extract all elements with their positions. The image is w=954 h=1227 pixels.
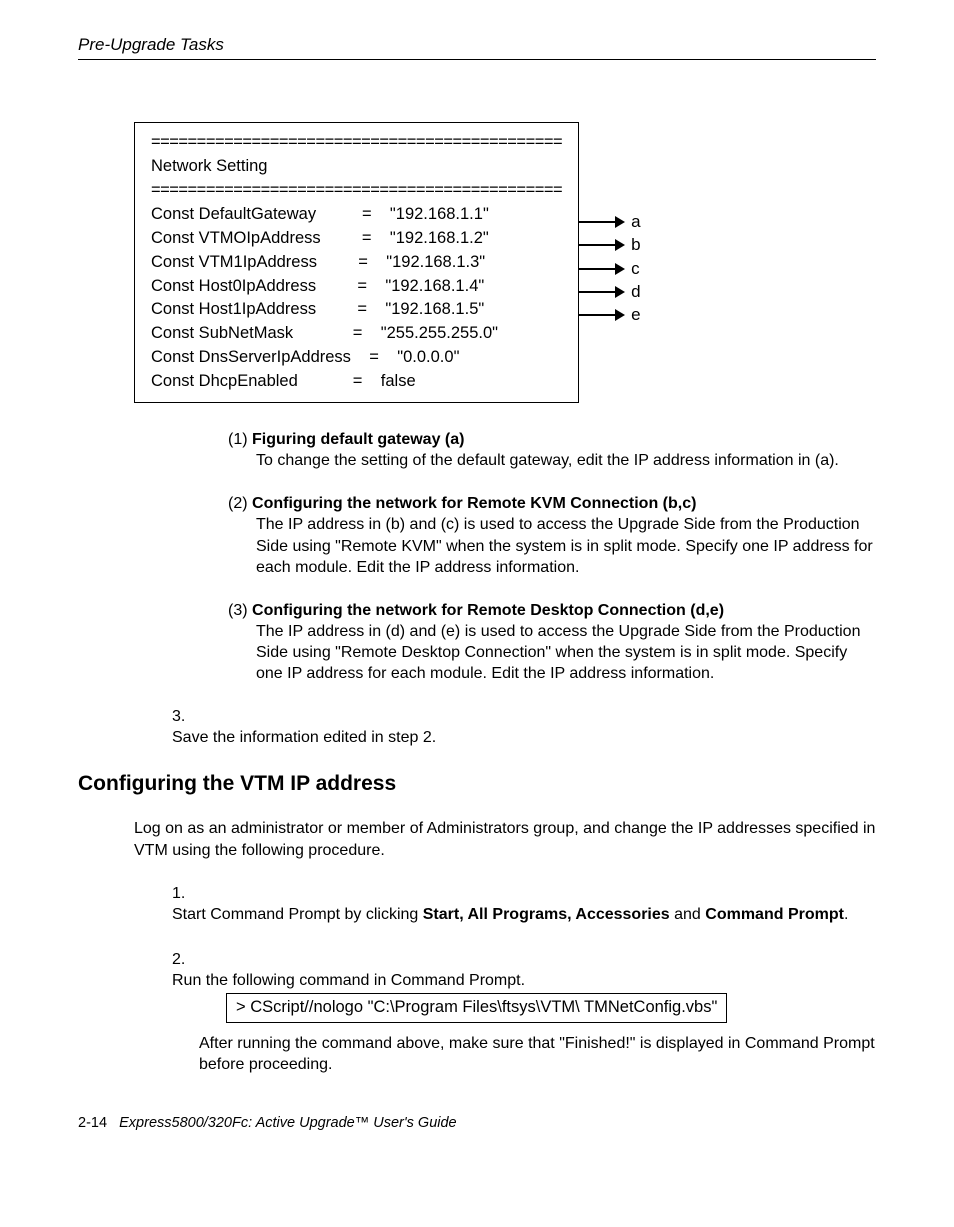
- cfg-row-val: "0.0.0.0": [397, 348, 459, 366]
- sub-item-1: (1) Figuring default gateway (a) To chan…: [228, 429, 876, 471]
- sub-item-num: (3): [228, 600, 248, 621]
- sub-item-title: Figuring default gateway (a): [252, 431, 464, 448]
- page-header: Pre-Upgrade Tasks: [78, 35, 876, 60]
- arrow-label: a: [631, 212, 640, 232]
- sub-item-body: The IP address in (b) and (c) is used to…: [256, 514, 876, 577]
- arrow-shaft-icon: [579, 221, 615, 223]
- cfg-row-key: Const DnsServerIpAddress: [151, 348, 351, 366]
- arrow-head-icon: [615, 286, 625, 298]
- cfg-row-eq: =: [358, 253, 368, 271]
- cfg-row-eq: =: [362, 229, 372, 247]
- arrow-e: e: [579, 304, 640, 327]
- sub-item-body: To change the setting of the default gat…: [256, 450, 876, 471]
- sub-item-body: The IP address in (d) and (e) is used to…: [256, 621, 876, 684]
- footer-title: Express5800/320Fc: Active Upgrade™ User'…: [119, 1115, 457, 1131]
- step1-bold-1: Start, All Programs, Accessories: [423, 906, 670, 923]
- section-heading: Configuring the VTM IP address: [78, 772, 876, 796]
- cfg-row-val: false: [381, 372, 416, 390]
- cfg-row-key: Const Host1IpAddress: [151, 300, 316, 318]
- cfg-row-key: Const DefaultGateway: [151, 205, 316, 223]
- arrow-shaft-icon: [579, 291, 615, 293]
- network-setting-box: ========================================…: [134, 122, 579, 403]
- step-number: 3.: [172, 706, 199, 727]
- cfg-row-val: "192.168.1.3": [386, 253, 485, 271]
- command-box: > CScript//nologo "C:\Program Files\ftsy…: [226, 993, 727, 1023]
- cfg-row-val: "192.168.1.2": [390, 229, 489, 247]
- step1-suffix: .: [844, 906, 848, 923]
- cfg-row-eq: =: [353, 324, 363, 342]
- header-text: Pre-Upgrade Tasks: [78, 35, 224, 54]
- cfg-row-eq: =: [357, 300, 367, 318]
- procedure-step-2: 2.Run the following command in Command P…: [172, 949, 876, 1075]
- cfg-row-val: "192.168.1.1": [390, 205, 489, 223]
- cfg-row-val: "255.255.255.0": [381, 324, 498, 342]
- cfg-row-key: Const VTMOIpAddress: [151, 229, 321, 247]
- arrow-label: c: [631, 259, 640, 279]
- cfg-row-key: Const VTM1IpAddress: [151, 253, 317, 271]
- cfg-row-val: "192.168.1.4": [385, 277, 484, 295]
- arrow-b: b: [579, 234, 640, 257]
- arrow-head-icon: [615, 239, 625, 251]
- arrow-shaft-icon: [579, 268, 615, 270]
- cfg-row-eq: =: [357, 277, 367, 295]
- step1-bold-2: Command Prompt: [705, 906, 844, 923]
- box-divider-top: ========================================…: [151, 133, 562, 151]
- step-text: Run the following command in Command Pro…: [172, 970, 852, 991]
- step2-after-text: After running the command above, make su…: [199, 1033, 876, 1075]
- arrow-column: a b c d e: [579, 122, 640, 403]
- arrow-head-icon: [615, 216, 625, 228]
- arrow-head-icon: [615, 309, 625, 321]
- cfg-row-key: Const DhcpEnabled: [151, 372, 298, 390]
- arrow-head-icon: [615, 263, 625, 275]
- page-root: Pre-Upgrade Tasks ======================…: [0, 0, 954, 1159]
- cfg-row-eq: =: [362, 205, 372, 223]
- cfg-row-key: Const Host0IpAddress: [151, 277, 316, 295]
- network-setting-row: ========================================…: [134, 122, 876, 403]
- step-number: 1.: [172, 883, 199, 904]
- step1-prefix: Start Command Prompt by clicking: [172, 906, 423, 923]
- cfg-row-val: "192.168.1.5": [385, 300, 484, 318]
- arrow-label: b: [631, 235, 640, 255]
- arrow-shaft-icon: [579, 244, 615, 246]
- intro-paragraph: Log on as an administrator or member of …: [134, 818, 876, 860]
- step2-inner: > CScript//nologo "C:\Program Files\ftsy…: [199, 991, 876, 1075]
- sub-item-title: Configuring the network for Remote KVM C…: [252, 495, 696, 512]
- cfg-row-eq: =: [369, 348, 379, 366]
- sub-item-2: (2) Configuring the network for Remote K…: [228, 493, 876, 577]
- arrow-c: c: [579, 257, 640, 280]
- cfg-row-key: Const SubNetMask: [151, 324, 293, 342]
- sub-item-3: (3) Configuring the network for Remote D…: [228, 600, 876, 684]
- procedure-step-1: 1.Start Command Prompt by clicking Start…: [172, 883, 876, 925]
- page-footer: 2-14 Express5800/320Fc: Active Upgrade™ …: [78, 1115, 876, 1131]
- footer-page-number: 2-14: [78, 1115, 107, 1131]
- arrow-a: a: [579, 210, 640, 233]
- arrow-label: d: [631, 282, 640, 302]
- step-text: Start Command Prompt by clicking Start, …: [172, 904, 852, 925]
- arrow-label: e: [631, 305, 640, 325]
- box-section-title: Network Setting: [151, 157, 267, 175]
- procedure-step-3: 3.Save the information edited in step 2.: [172, 706, 876, 748]
- step1-mid: and: [670, 906, 706, 923]
- step-text: Save the information edited in step 2.: [172, 727, 852, 748]
- sub-item-num: (1): [228, 429, 248, 450]
- sub-item-title: Configuring the network for Remote Deskt…: [252, 602, 724, 619]
- step-number: 2.: [172, 949, 199, 970]
- arrow-d: d: [579, 280, 640, 303]
- box-divider-mid: ========================================…: [151, 181, 562, 199]
- arrow-shaft-icon: [579, 314, 615, 316]
- cfg-row-eq: =: [353, 372, 363, 390]
- sub-item-num: (2): [228, 493, 248, 514]
